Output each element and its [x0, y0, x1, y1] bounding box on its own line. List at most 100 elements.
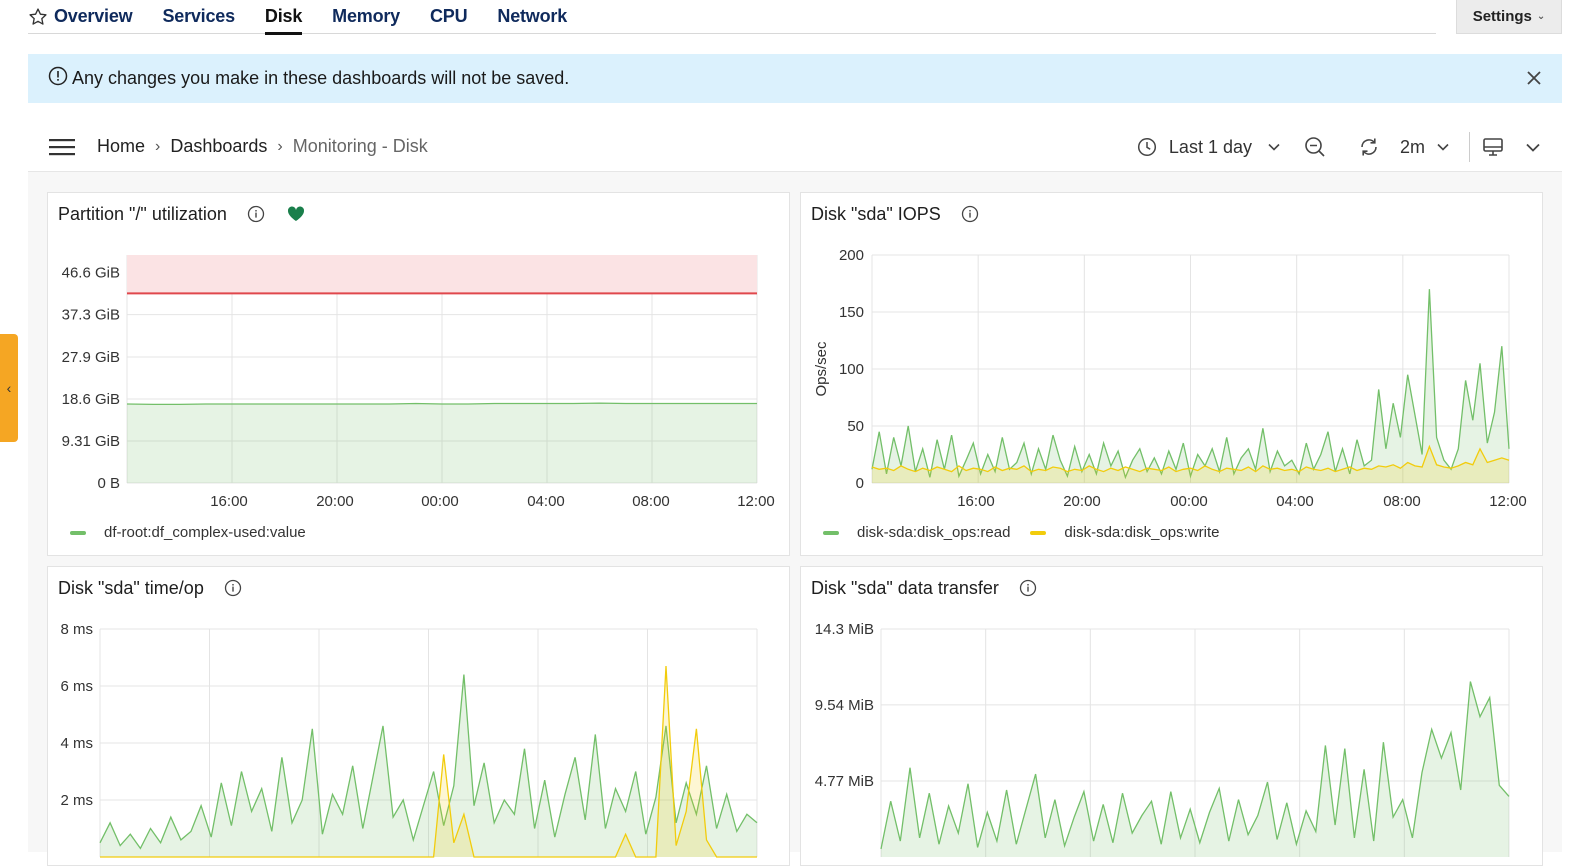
info-icon[interactable] — [961, 205, 979, 223]
panel-header: Disk "sda" time/op — [58, 577, 242, 599]
breadcrumb-dashboards[interactable]: Dashboards — [170, 136, 267, 157]
info-banner: Any changes you make in these dashboards… — [28, 54, 1562, 103]
breadcrumb-separator-icon: › — [155, 137, 161, 155]
time-range-picker[interactable]: Last 1 day — [1137, 137, 1280, 158]
clock-icon — [1137, 137, 1156, 157]
panel-title: Disk "sda" time/op — [58, 577, 204, 598]
series-area — [127, 403, 757, 483]
panel-title: Disk "sda" IOPS — [811, 203, 941, 224]
legend-swatch — [70, 530, 86, 535]
refresh-interval-picker[interactable]: 2m — [1400, 137, 1449, 158]
chart-legend: df-root:df_complex-used:value — [70, 524, 326, 541]
y-tick-label: 46.6 GiB — [62, 265, 120, 282]
legend-item[interactable]: disk-sda:disk_ops:read — [823, 524, 1010, 541]
x-tick-label: 12:00 — [1489, 493, 1527, 510]
health-heart-icon — [287, 206, 305, 222]
panel-title: Disk "sda" data transfer — [811, 577, 999, 598]
x-tick-label: 00:00 — [1170, 493, 1208, 510]
panel-disk-data-transfer: 4.77 MiB 9.54 MiB 14.3 MiB Disk "sda" data… — [800, 566, 1543, 866]
x-tick-label: 00:00 — [421, 493, 459, 510]
side-panel-toggle[interactable]: ‹ — [0, 334, 18, 442]
panel-partition-utilization: 0 B 9.31 GiB 18.6 GiB 27.9 GiB 37.3 GiB 46.6 … — [47, 192, 790, 556]
dashboard-toolbar: Home › Dashboards › Monitoring - Disk La… — [28, 122, 1562, 172]
chevron-down-icon: ⌄ — [1536, 11, 1546, 22]
y-tick-label: 0 — [856, 475, 864, 492]
settings-button[interactable]: Settings ⌄ — [1456, 0, 1562, 34]
x-tick-label: 16:00 — [210, 493, 248, 510]
chevron-down-icon — [1437, 143, 1449, 151]
legend-label: disk-sda:disk_ops:write — [1064, 524, 1220, 541]
refresh-interval-label: 2m — [1399, 136, 1425, 157]
legend-item[interactable]: disk-sda:disk_ops:write — [1030, 524, 1219, 541]
x-tick-label: 08:00 — [632, 493, 670, 510]
close-icon[interactable] — [1524, 68, 1544, 88]
top-navigation: Overview Services Disk Memory CPU Networ… — [0, 0, 1593, 38]
tab-cpu[interactable]: CPU — [430, 0, 468, 34]
banner-text: Any changes you make in these dashboards… — [72, 68, 570, 88]
y-axis-label: Ops/sec — [813, 341, 830, 397]
legend-item[interactable]: df-root:df_complex-used:value — [70, 524, 306, 541]
info-icon[interactable] — [224, 579, 242, 597]
panel-disk-iops: 0 50 100 150 200 16:00 20:00 00:00 04:00 08:00 12:… — [800, 192, 1543, 556]
timeop-chart: 2 ms 4 ms 6 ms 8 ms — [60, 621, 758, 858]
info-icon[interactable] — [247, 205, 265, 223]
x-tick-label: 16:00 — [957, 493, 995, 510]
favorite-star-icon[interactable] — [28, 6, 50, 28]
iops-chart: 0 50 100 150 200 16:00 20:00 00:00 04:00 08:00 12:… — [813, 247, 1527, 510]
tab-overview[interactable]: Overview — [54, 0, 133, 34]
time-range-label: Last 1 day — [1168, 136, 1252, 157]
y-tick-label: 150 — [839, 304, 864, 321]
partition-chart: 0 B 9.31 GiB 18.6 GiB 27.9 GiB 37.3 GiB 46.6 … — [62, 255, 775, 510]
chevron-down-icon — [1268, 143, 1280, 151]
y-tick-label: 4.77 MiB — [815, 773, 874, 790]
threshold-band — [127, 255, 757, 294]
zoom-out-icon[interactable] — [1304, 136, 1326, 158]
breadcrumb-home[interactable]: Home — [97, 136, 145, 157]
info-icon — [48, 66, 68, 91]
tab-memory[interactable]: Memory — [332, 0, 400, 34]
menu-icon[interactable] — [49, 137, 75, 157]
settings-label: Settings — [1472, 8, 1532, 25]
chevron-left-icon: ‹ — [6, 380, 12, 396]
panel-title: Partition "/" utilization — [58, 203, 227, 224]
panel-header: Disk "sda" IOPS — [811, 203, 979, 225]
y-tick-label: 4 ms — [60, 735, 93, 752]
y-tick-label: 9.31 GiB — [62, 433, 120, 450]
expand-chevron-icon[interactable] — [1526, 143, 1540, 152]
transfer-chart: 4.77 MiB 9.54 MiB 14.3 MiB — [815, 621, 1510, 857]
toolbar-controls: Last 1 day 2m — [1137, 122, 1562, 172]
chart-legend: disk-sda:disk_ops:read disk-sda:disk_ops… — [823, 524, 1239, 541]
y-tick-label: 27.9 GiB — [62, 349, 120, 366]
refresh-icon[interactable] — [1358, 136, 1380, 158]
legend-label: df-root:df_complex-used:value — [104, 524, 306, 541]
x-tick-label: 12:00 — [737, 493, 775, 510]
y-tick-label: 14.3 MiB — [815, 621, 874, 638]
y-tick-label: 6 ms — [60, 678, 93, 695]
tab-network[interactable]: Network — [497, 0, 567, 34]
x-tick-label: 08:00 — [1383, 493, 1421, 510]
x-tick-label: 04:00 — [1276, 493, 1314, 510]
tab-bar: Overview Services Disk Memory CPU Networ… — [28, 0, 1436, 35]
y-tick-label: 37.3 GiB — [62, 307, 120, 324]
y-tick-label: 18.6 GiB — [62, 391, 120, 408]
legend-swatch — [823, 530, 839, 535]
y-tick-label: 9.54 MiB — [815, 697, 874, 714]
breadcrumb-current: Monitoring - Disk — [292, 136, 428, 156]
y-tick-label: 8 ms — [60, 621, 93, 638]
y-tick-label: 100 — [839, 361, 864, 378]
info-icon[interactable] — [1019, 579, 1037, 597]
y-tick-label: 200 — [839, 247, 864, 264]
panel-header: Disk "sda" data transfer — [811, 577, 1037, 599]
x-tick-label: 20:00 — [316, 493, 354, 510]
tab-disk[interactable]: Disk — [264, 0, 303, 35]
panel-disk-time-per-op: 2 ms 4 ms 6 ms 8 ms Disk "sda" time/op — [47, 566, 790, 866]
tab-services[interactable]: Services — [162, 0, 235, 34]
tv-mode-icon[interactable] — [1482, 136, 1504, 158]
y-tick-label: 50 — [847, 418, 864, 435]
toolbar-divider — [1469, 132, 1470, 162]
x-tick-label: 20:00 — [1063, 493, 1101, 510]
panel-header: Partition "/" utilization — [58, 203, 305, 225]
y-tick-label: 2 ms — [60, 792, 93, 809]
x-tick-label: 04:00 — [527, 493, 565, 510]
breadcrumb-separator-icon: › — [277, 137, 283, 155]
